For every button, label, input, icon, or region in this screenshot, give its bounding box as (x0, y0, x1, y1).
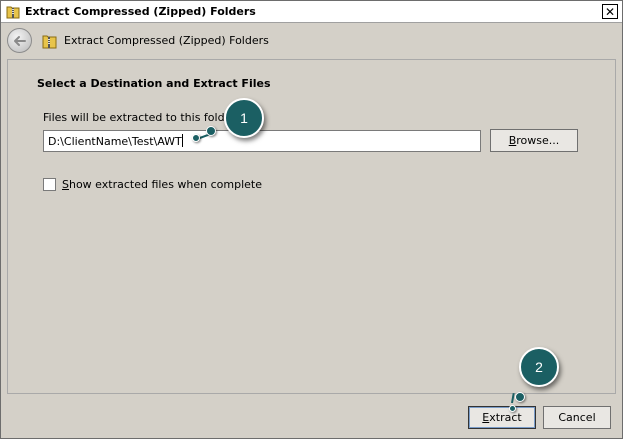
zip-folder-icon (42, 35, 57, 49)
show-files-checkbox-label[interactable]: Show extracted files when complete (62, 178, 262, 191)
callout-1: 1 (224, 98, 264, 138)
back-arrow-icon (14, 36, 26, 46)
text-caret (181, 134, 183, 147)
window-title: Extract Compressed (Zipped) Folders (25, 5, 256, 18)
callout-2-pointer-dot (509, 405, 516, 412)
cancel-button[interactable]: Cancel (543, 406, 611, 429)
page-title: Extract Compressed (Zipped) Folders (64, 34, 269, 47)
extract-button[interactable]: Extract (468, 406, 536, 429)
destination-path-input[interactable]: D:\ClientName\Test\AWT (43, 130, 481, 152)
close-button[interactable]: ✕ (602, 4, 618, 19)
content-panel (7, 59, 616, 394)
section-heading: Select a Destination and Extract Files (37, 77, 271, 90)
extract-dialog-window: Extract Compressed (Zipped) Folders ✕ Ex… (0, 0, 623, 439)
title-bar: Extract Compressed (Zipped) Folders ✕ (1, 1, 622, 23)
nav-header: Extract Compressed (Zipped) Folders (1, 24, 622, 58)
callout-1-label: 1 (240, 110, 248, 126)
browse-button[interactable]: Browse... (490, 129, 578, 152)
show-files-checkbox[interactable] (43, 178, 56, 191)
back-button[interactable] (7, 28, 32, 53)
close-icon: ✕ (604, 4, 616, 19)
callout-1-anchor-dot (206, 126, 216, 136)
callout-2: 2 (519, 347, 559, 387)
destination-path-value: D:\ClientName\Test\AWT (48, 135, 182, 148)
zip-folder-icon (6, 6, 20, 19)
callout-1-pointer-dot (192, 134, 200, 142)
callout-2-anchor-dot (515, 392, 525, 402)
callout-2-label: 2 (535, 359, 543, 375)
destination-label: Files will be extracted to this folder: (43, 111, 240, 124)
